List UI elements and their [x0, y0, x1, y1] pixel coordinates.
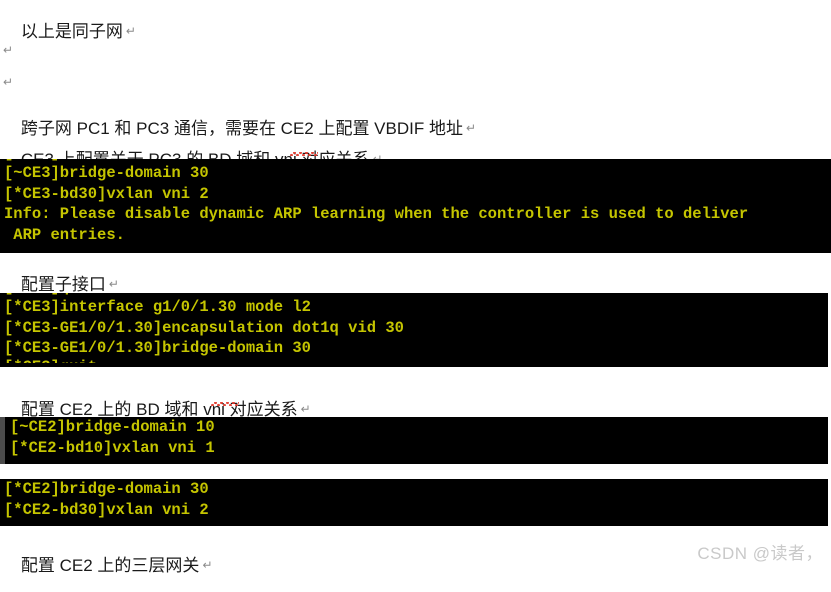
terminal-line: [*CE2-bd10]vxlan vni 1 — [10, 438, 215, 457]
terminal-clipped-line: [*CE3]quit — [0, 293, 828, 297]
terminal-line: [*CE3-bd30]vxlan vni 2 — [4, 184, 209, 203]
pilcrow-mark: ↵ — [125, 24, 136, 38]
spellcheck-underline-icon — [290, 152, 318, 156]
terminal-line: [~CE2]bridge-domain 10 — [10, 418, 215, 436]
terminal-block: [*CE2]bridge-domain 30 [*CE2-bd30]vxlan … — [0, 479, 828, 526]
pilcrow-mark: ↵ — [3, 43, 14, 57]
terminal-block: [*CE3]quit [*CE3]interface g1/0/1.30 mod… — [0, 293, 828, 367]
paragraph-text: 以上是同子网 — [20, 22, 123, 41]
terminal-block: [*CE3]vxlan vni 1 [~CE3]bridge-domain 30… — [0, 159, 831, 253]
pilcrow-mark: ↵ — [300, 402, 311, 416]
paragraph-line: 以上是同子网 ↵ — [2, 6, 136, 57]
empty-paragraph-mark: ↵ — [3, 76, 13, 88]
terminal-line: [~CE3]bridge-domain 30 — [4, 164, 209, 182]
pilcrow-mark: ↵ — [108, 277, 119, 291]
terminal-clipped-line: [*CE3]quit — [0, 359, 828, 363]
spellcheck-underline-icon — [211, 402, 239, 406]
paragraph-line: 配置 CE2 上的三层网关 ↵ — [2, 540, 213, 591]
empty-paragraph-mark: ↵ — [3, 44, 13, 56]
terminal-clipped-line: [*CE3]vxlan vni 1 — [0, 159, 831, 163]
pilcrow-mark: ↵ — [3, 75, 14, 89]
terminal-line: [*CE3]quit — [0, 359, 828, 363]
csdn-watermark: CSDN @读者， — [697, 544, 823, 563]
terminal-line: [*CE3]interface g1/0/1.30 mode l2 — [4, 298, 311, 316]
terminal-line: [*CE3-GE1/0/1.30]encapsulation dot1q vid… — [4, 318, 404, 337]
terminal-line: [*CE2]bridge-domain 30 — [4, 480, 209, 498]
terminal-block: [~CE2]bridge-domain 10 [*CE2-bd10]vxlan … — [0, 417, 828, 464]
terminal-line: [*CE3]vxlan vni 1 — [0, 159, 831, 163]
pilcrow-mark: ↵ — [465, 121, 477, 135]
terminal-line: [*CE3-GE1/0/1.30]bridge-domain 30 — [4, 339, 311, 357]
document-page: 以上是同子网 ↵ ↵ ↵ 跨子网 PC1 和 PC3 通信，需要在 CE2 上配置… — [0, 0, 831, 574]
paragraph-text: 配置 CE2 上的三层网关 — [20, 556, 200, 575]
terminal-line: ARP entries. — [4, 225, 125, 244]
terminal-line: Info: Please disable dynamic ARP learnin… — [4, 205, 749, 223]
terminal-line: [*CE3]quit — [0, 293, 828, 297]
paragraph-text: 配置子接口 — [20, 275, 106, 294]
terminal-line: [*CE2-bd30]vxlan vni 2 — [4, 500, 209, 519]
